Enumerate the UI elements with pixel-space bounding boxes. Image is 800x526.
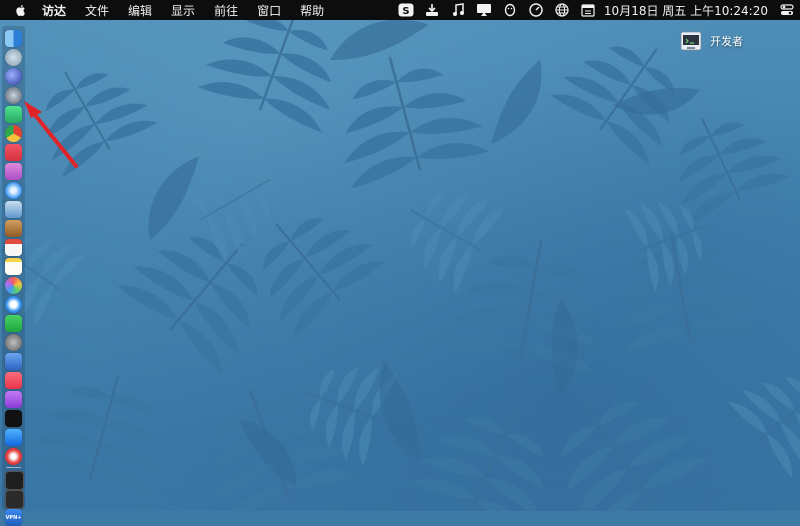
menu-help[interactable]: 帮助 bbox=[300, 2, 324, 19]
menu-file[interactable]: 文件 bbox=[85, 2, 109, 19]
control-center-icon[interactable] bbox=[778, 2, 796, 18]
globe-icon[interactable] bbox=[553, 2, 571, 18]
apple-logo-icon[interactable] bbox=[14, 3, 28, 17]
desktop-icon-label: 开发者 bbox=[710, 35, 743, 48]
dock-wechat-icon[interactable] bbox=[5, 315, 22, 332]
dock-preview-icon[interactable] bbox=[5, 201, 22, 218]
download-icon[interactable] bbox=[423, 2, 441, 18]
sogou-input-icon[interactable]: S bbox=[397, 2, 415, 18]
dock-notes-icon[interactable] bbox=[5, 258, 22, 275]
dock-calendar-icon[interactable] bbox=[5, 239, 22, 256]
menu-finder[interactable]: 访达 bbox=[42, 2, 66, 19]
dock-keynote-icon[interactable] bbox=[5, 353, 22, 370]
dock: VPN+ bbox=[2, 26, 25, 526]
menu-window[interactable]: 窗口 bbox=[257, 2, 281, 19]
svg-text:S: S bbox=[402, 6, 409, 17]
dock-safari-alt-icon[interactable] bbox=[5, 68, 22, 85]
dock-app-store-icon[interactable] bbox=[5, 429, 22, 446]
developer-folder-icon bbox=[680, 31, 702, 51]
dock-launchpad-icon[interactable] bbox=[5, 49, 22, 66]
dock-tv-icon[interactable] bbox=[5, 410, 22, 427]
dock-rocket-icon[interactable] bbox=[5, 87, 22, 104]
dock-vivaldi-icon[interactable] bbox=[5, 448, 22, 465]
dock-todo-icon[interactable] bbox=[5, 144, 22, 161]
dock-system-preferences-icon[interactable] bbox=[5, 334, 22, 351]
menu-edit[interactable]: 编辑 bbox=[128, 2, 152, 19]
dock-terminal-icon[interactable] bbox=[5, 471, 24, 490]
calendar-icon[interactable] bbox=[579, 2, 597, 18]
clock-gauge-icon[interactable] bbox=[527, 2, 545, 18]
desktop-wallpaper[interactable] bbox=[0, 0, 800, 511]
dock-books-icon[interactable] bbox=[5, 220, 22, 237]
dock-separator bbox=[6, 467, 21, 468]
screen-mirror-icon[interactable] bbox=[475, 2, 493, 18]
dock-music-icon[interactable] bbox=[5, 372, 22, 389]
dock-chrome-icon[interactable] bbox=[5, 125, 22, 142]
status-area: S 10月18日 周五 上午10:24:20 bbox=[393, 0, 800, 20]
qq-penguin-icon[interactable] bbox=[501, 2, 519, 18]
dock-safari-icon[interactable] bbox=[5, 182, 22, 199]
menu-bar: 访达 文件 编辑 显示 前往 窗口 帮助 S 10月18日 周五 上午10:24… bbox=[0, 0, 800, 20]
dock-vpn-icon[interactable]: VPN+ bbox=[5, 509, 22, 526]
dock-activity-monitor-icon[interactable] bbox=[5, 490, 24, 509]
dock-android-studio-icon[interactable] bbox=[5, 106, 22, 123]
dock-podcasts-icon[interactable] bbox=[5, 391, 22, 408]
dock-app-purple-icon[interactable] bbox=[5, 163, 22, 180]
dock-vpn-label: VPN+ bbox=[5, 514, 22, 521]
clock-text[interactable]: 10月18日 周五 上午10:24:20 bbox=[604, 2, 768, 19]
leaf-pattern bbox=[0, 0, 800, 511]
menu-go[interactable]: 前往 bbox=[214, 2, 238, 19]
menu-view[interactable]: 显示 bbox=[171, 2, 195, 19]
dock-qq-icon[interactable] bbox=[5, 296, 22, 313]
music-note-icon[interactable] bbox=[449, 2, 467, 18]
desktop-icon-developer[interactable]: 开发者 bbox=[678, 28, 743, 54]
dock-finder-icon[interactable] bbox=[5, 30, 22, 47]
dock-photos-icon[interactable] bbox=[5, 277, 22, 294]
